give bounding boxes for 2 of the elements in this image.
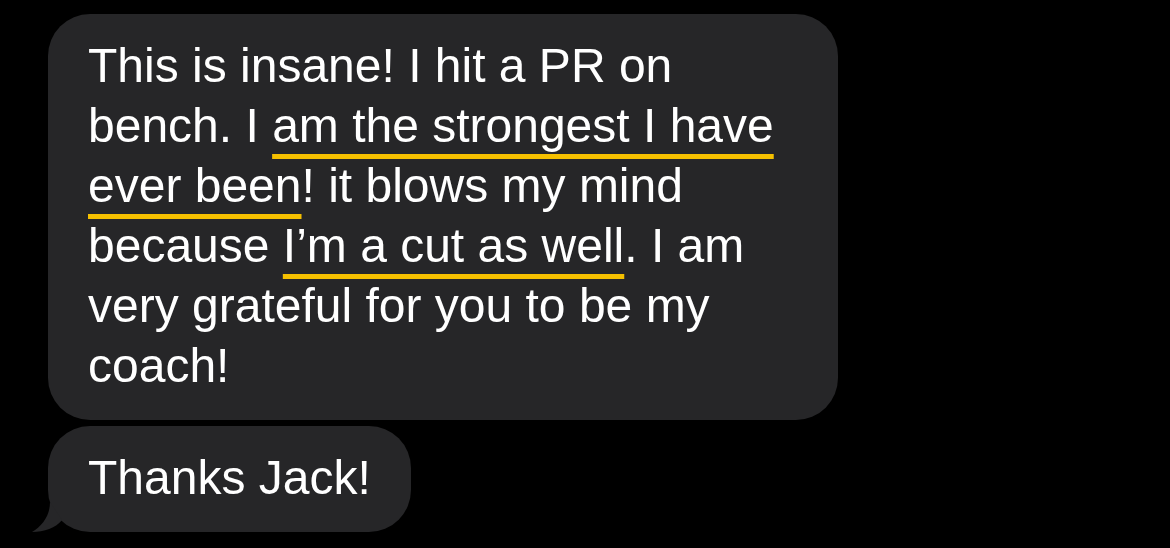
- message-text: This is insane! I hit a PR on bench. I am the strongest I have ever been! it blows my mind because I’m a cut as well. I am very grateful for you to be my coach!: [88, 38, 775, 394]
- message-text: Thanks Jack!: [88, 450, 371, 506]
